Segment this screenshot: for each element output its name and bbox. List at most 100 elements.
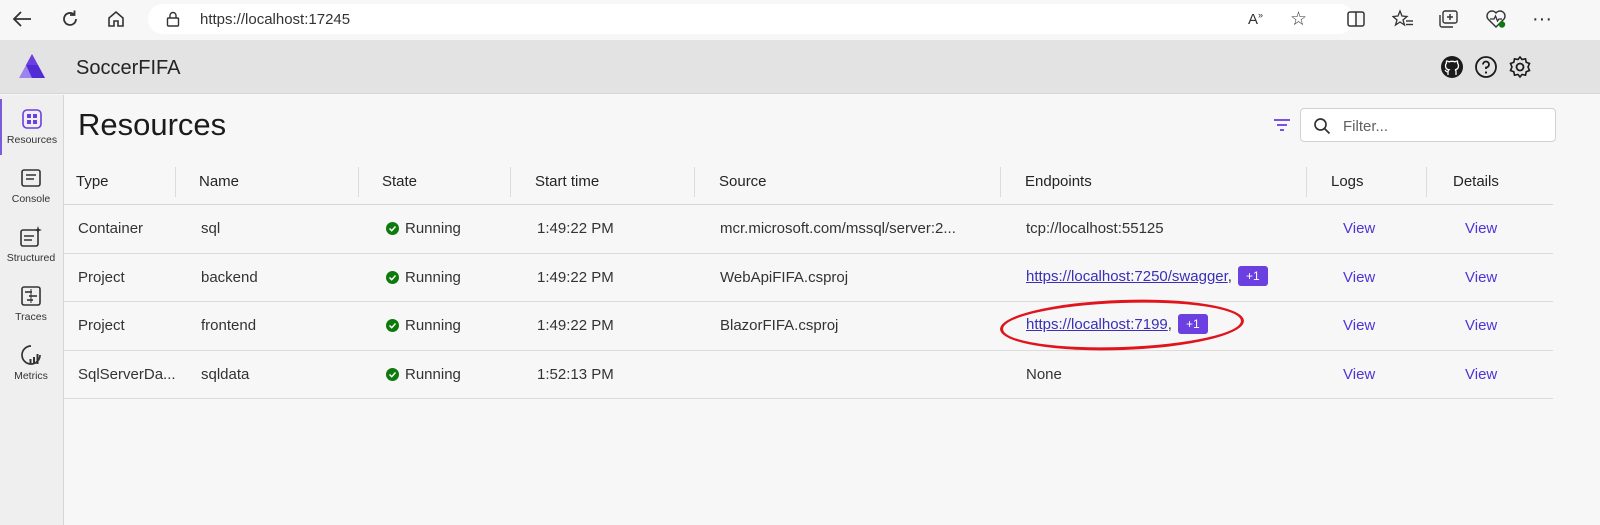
read-aloud-icon[interactable]: A»: [1248, 10, 1263, 28]
details-view-link[interactable]: View: [1465, 220, 1497, 237]
cell-endpoint: tcp://localhost:55125: [1026, 220, 1164, 237]
page-title: Resources: [78, 107, 227, 142]
column-header-name[interactable]: Name: [199, 173, 239, 190]
sidebar-item-label: Structured: [6, 252, 56, 264]
cell-start-time: 1:52:13 PM: [537, 365, 614, 383]
split-screen-icon[interactable]: [1344, 8, 1368, 30]
column-divider[interactable]: [1000, 167, 1001, 197]
state-label: Running: [405, 365, 461, 383]
main-content: Resources Type Name State Start time Sou…: [64, 95, 1600, 525]
settings-gear-icon[interactable]: [1508, 55, 1532, 79]
column-header-start-time[interactable]: Start time: [535, 173, 599, 190]
column-header-endpoints[interactable]: Endpoints: [1025, 173, 1092, 190]
sidebar-item-console[interactable]: Console: [0, 158, 62, 214]
sidebar-item-metrics[interactable]: Metrics: [0, 335, 62, 391]
logs-view-link[interactable]: View: [1343, 317, 1375, 334]
column-divider[interactable]: [694, 167, 695, 197]
cell-source: mcr.microsoft.com/mssql/server:2...: [720, 220, 956, 237]
url-text[interactable]: https://localhost:17245: [200, 11, 350, 28]
cell-endpoint: https://localhost:7199, +1: [1026, 314, 1208, 334]
cell-name: sql: [201, 220, 221, 237]
column-header-type[interactable]: Type: [76, 173, 109, 190]
filter-input[interactable]: [1343, 115, 1543, 137]
sidebar-nav: Resources Console Structured Traces Metr…: [0, 95, 64, 525]
table-row: Project frontend Running 1:49:22 PM Blaz…: [64, 302, 1553, 351]
endpoint-link[interactable]: https://localhost:7199: [1026, 316, 1168, 333]
cell-name: backend: [201, 268, 258, 286]
column-header-state[interactable]: State: [382, 173, 417, 190]
search-icon: [1313, 117, 1331, 135]
structured-logs-icon: [19, 225, 43, 249]
more-endpoints-badge[interactable]: +1: [1237, 265, 1268, 286]
sidebar-item-structured[interactable]: Structured: [0, 217, 62, 273]
table-row: Project backend Running 1:49:22 PM WebAp…: [64, 254, 1553, 302]
favorite-star-icon[interactable]: ☆: [1290, 8, 1307, 31]
grid-icon: [20, 107, 44, 131]
details-view-link[interactable]: View: [1465, 269, 1497, 286]
cell-type: SqlServerDa...: [78, 365, 176, 383]
sidebar-item-traces[interactable]: Traces: [0, 276, 62, 332]
sidebar-item-label: Traces: [15, 311, 47, 323]
column-header-details[interactable]: Details: [1453, 173, 1499, 190]
cell-type: Project: [78, 268, 125, 286]
browser-essentials-icon[interactable]: [1484, 8, 1508, 30]
cell-type: Container: [78, 220, 144, 237]
sidebar-item-label: Metrics: [14, 370, 48, 382]
state-label: Running: [405, 220, 461, 237]
table-header: Type Name State Start time Source Endpoi…: [64, 159, 1553, 205]
cell-start-time: 1:49:22 PM: [537, 317, 614, 334]
filter-icon[interactable]: [1272, 115, 1292, 135]
cell-endpoint: None: [1026, 365, 1062, 383]
table-row: SqlServerDa... sqldata Running 1:52:13 P…: [64, 351, 1553, 399]
github-icon[interactable]: [1440, 55, 1464, 79]
more-endpoints-badge[interactable]: +1: [1177, 314, 1208, 334]
cell-state: Running: [386, 269, 461, 286]
help-icon[interactable]: [1474, 55, 1498, 79]
cell-start-time: 1:49:22 PM: [537, 268, 614, 286]
column-divider[interactable]: [358, 167, 359, 197]
more-options-icon[interactable]: ···: [1530, 8, 1554, 30]
resources-table: Type Name State Start time Source Endpoi…: [64, 159, 1553, 399]
running-check-icon: [386, 222, 399, 235]
table-row: Container sql Running 1:49:22 PM mcr.mic…: [64, 205, 1553, 254]
lock-icon[interactable]: [166, 11, 180, 32]
collections-icon[interactable]: [1437, 8, 1461, 30]
logs-view-link[interactable]: View: [1343, 269, 1375, 286]
column-divider[interactable]: [510, 167, 511, 197]
traces-icon: [19, 284, 43, 308]
details-view-link[interactable]: View: [1465, 366, 1497, 383]
running-check-icon: [386, 367, 399, 381]
browser-toolbar: https://localhost:17245 A» ☆ ···: [0, 0, 1600, 38]
sidebar-item-label: Resources: [6, 134, 58, 146]
metrics-icon: [19, 343, 43, 367]
address-bar[interactable]: https://localhost:17245 A» ☆: [148, 4, 1354, 34]
column-header-logs[interactable]: Logs: [1331, 173, 1364, 190]
refresh-icon[interactable]: [58, 8, 82, 30]
cell-source: BlazorFIFA.csproj: [720, 317, 839, 334]
logs-view-link[interactable]: View: [1343, 220, 1375, 237]
cell-state: Running: [386, 317, 461, 334]
sidebar-item-resources[interactable]: Resources: [0, 99, 62, 155]
cell-type: Project: [78, 317, 125, 334]
column-divider[interactable]: [1426, 167, 1427, 197]
state-label: Running: [405, 268, 461, 286]
logs-view-link[interactable]: View: [1343, 366, 1375, 383]
endpoint-link[interactable]: https://localhost:7250/swagger: [1026, 268, 1228, 285]
console-icon: [19, 166, 43, 190]
column-divider[interactable]: [1306, 167, 1307, 197]
running-check-icon: [386, 319, 399, 332]
back-icon[interactable]: [10, 8, 34, 30]
cell-state: Running: [386, 220, 461, 237]
running-check-icon: [386, 270, 399, 284]
column-header-source[interactable]: Source: [719, 173, 767, 190]
favorites-icon[interactable]: [1391, 8, 1415, 30]
cell-source: WebApiFIFA.csproj: [720, 268, 849, 286]
details-view-link[interactable]: View: [1465, 317, 1497, 334]
cell-start-time: 1:49:22 PM: [537, 220, 614, 237]
app-title[interactable]: SoccerFIFA: [76, 57, 180, 80]
column-divider[interactable]: [175, 167, 176, 197]
filter-search-box[interactable]: [1300, 108, 1556, 142]
home-icon[interactable]: [104, 8, 128, 30]
cell-name: frontend: [201, 317, 257, 334]
aspire-logo[interactable]: [18, 53, 46, 79]
